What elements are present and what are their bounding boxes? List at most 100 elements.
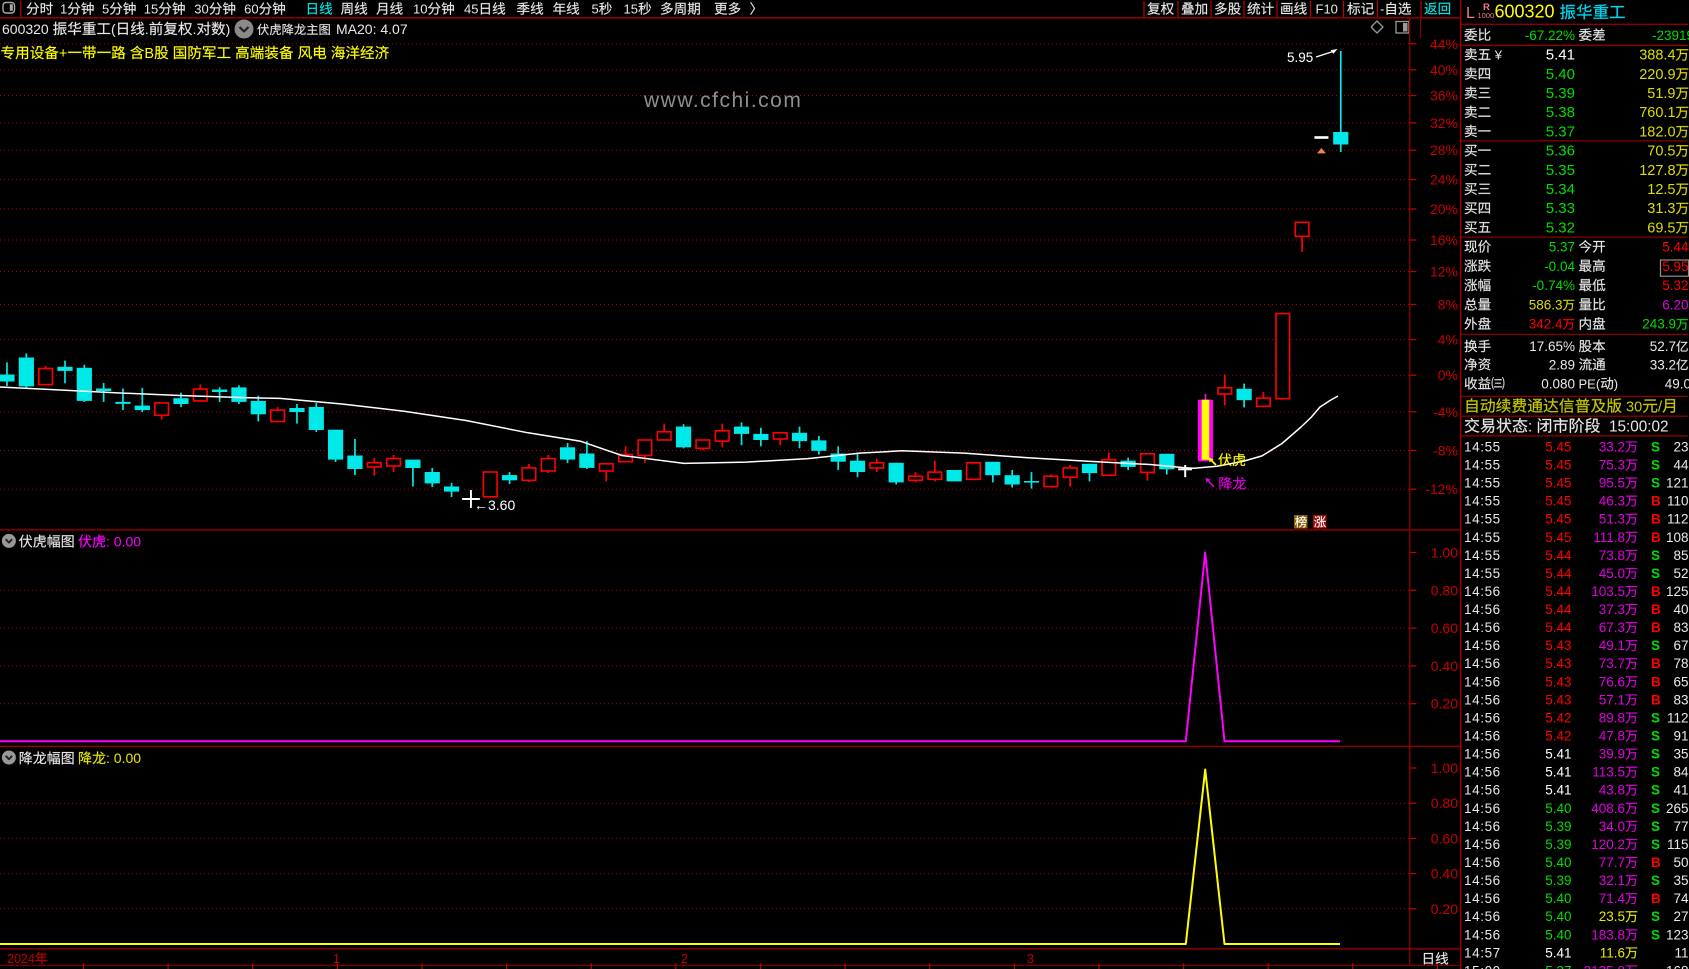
svg-text:33.2: 33.2	[1650, 357, 1676, 372]
svg-text:5.39: 5.39	[1546, 85, 1575, 102]
svg-text:2024: 2024	[7, 952, 35, 966]
svg-text:103.5: 103.5	[1591, 584, 1625, 599]
svg-text:14:56: 14:56	[1464, 855, 1501, 870]
svg-text:8%: 8%	[1438, 297, 1458, 313]
svg-text:14:56: 14:56	[1464, 710, 1501, 725]
svg-text:23.5: 23.5	[1599, 909, 1625, 924]
svg-text:B: B	[1651, 674, 1661, 689]
svg-text:112: 112	[1667, 512, 1689, 527]
svg-text:5.45: 5.45	[1545, 476, 1571, 491]
svg-text:5.95: 5.95	[1662, 259, 1688, 274]
svg-text:S: S	[1651, 729, 1660, 744]
svg-text:108: 108	[1666, 530, 1689, 545]
svg-text:121: 121	[1666, 476, 1689, 491]
svg-text:B: B	[1651, 692, 1661, 707]
svg-text:33.2: 33.2	[1599, 439, 1625, 454]
svg-text:14:56: 14:56	[1464, 620, 1501, 635]
svg-text:14:55: 14:55	[1464, 548, 1501, 563]
svg-text:31.3: 31.3	[1647, 201, 1675, 217]
svg-text:5.44: 5.44	[1662, 240, 1689, 255]
svg-text:15: 15	[624, 2, 638, 17]
svg-text:-8%: -8%	[1433, 443, 1458, 459]
svg-text:24%: 24%	[1430, 172, 1458, 188]
svg-text:1: 1	[60, 2, 67, 17]
svg-text:S: S	[1651, 765, 1660, 780]
svg-text:5.95: 5.95	[1287, 50, 1313, 65]
svg-text:57.1: 57.1	[1599, 692, 1625, 707]
svg-text:-12%: -12%	[1425, 481, 1458, 497]
svg-text:67: 67	[1673, 638, 1688, 653]
svg-text:35: 35	[1673, 873, 1688, 888]
svg-text:0.80: 0.80	[1431, 582, 1458, 598]
svg-text:S: S	[1651, 783, 1660, 798]
svg-text:5.41: 5.41	[1546, 47, 1575, 64]
svg-text:¥: ¥	[1494, 47, 1503, 62]
svg-text:89.8: 89.8	[1599, 710, 1625, 725]
svg-text:40: 40	[1673, 602, 1688, 617]
svg-text:243.9: 243.9	[1642, 317, 1676, 332]
svg-text:14:55: 14:55	[1464, 439, 1501, 454]
svg-text:S: S	[1651, 548, 1660, 563]
svg-text:5.43: 5.43	[1545, 692, 1571, 707]
svg-text:5.39: 5.39	[1545, 873, 1571, 888]
svg-text:14:56: 14:56	[1464, 801, 1501, 816]
svg-text:5.41: 5.41	[1545, 747, 1571, 762]
svg-text:44: 44	[1673, 457, 1689, 472]
svg-text:14:56: 14:56	[1464, 819, 1501, 834]
svg-text:95.5: 95.5	[1599, 476, 1625, 491]
svg-text:265: 265	[1666, 801, 1689, 816]
svg-text:5: 5	[592, 2, 599, 17]
svg-text:45: 45	[464, 2, 478, 17]
svg-text:5.33: 5.33	[1546, 200, 1575, 217]
svg-text:F10: F10	[1316, 2, 1338, 17]
svg-text:20%: 20%	[1430, 201, 1458, 217]
svg-text:S: S	[1651, 801, 1660, 816]
svg-text:14:55: 14:55	[1464, 512, 1501, 527]
svg-text:183.8: 183.8	[1591, 927, 1625, 942]
svg-text:0.20: 0.20	[1431, 696, 1458, 712]
svg-text:S: S	[1651, 819, 1660, 834]
svg-text:342.4: 342.4	[1529, 317, 1563, 332]
svg-text:30: 30	[1626, 400, 1642, 416]
svg-text:14:56: 14:56	[1464, 729, 1501, 744]
svg-text:49.1: 49.1	[1599, 638, 1625, 653]
svg-text:112: 112	[1667, 710, 1689, 725]
svg-text:5.38: 5.38	[1546, 104, 1575, 121]
svg-text:←3.60: ←3.60	[474, 497, 515, 513]
svg-text:83: 83	[1673, 620, 1688, 635]
svg-text:78: 78	[1673, 656, 1688, 671]
svg-text:L: L	[1466, 5, 1475, 22]
svg-text:60: 60	[244, 2, 258, 17]
svg-text:4%: 4%	[1438, 332, 1458, 348]
svg-text:5.45: 5.45	[1545, 512, 1571, 527]
svg-text:16%: 16%	[1430, 232, 1458, 248]
svg-text:14:55: 14:55	[1464, 530, 1501, 545]
svg-text:65: 65	[1673, 674, 1688, 689]
svg-text:1: 1	[333, 952, 340, 966]
svg-text:600320: 600320	[2, 21, 49, 37]
svg-text:73.8: 73.8	[1599, 548, 1625, 563]
svg-text:5.40: 5.40	[1545, 891, 1571, 906]
svg-text:.: .	[145, 21, 149, 37]
svg-text:41: 41	[1673, 783, 1688, 798]
svg-text:S: S	[1651, 638, 1660, 653]
svg-text:0%: 0%	[1438, 367, 1458, 383]
svg-text:14:56: 14:56	[1464, 602, 1501, 617]
svg-text:15:00:02: 15:00:02	[1609, 419, 1669, 436]
svg-text:www.cfchi.com: www.cfchi.com	[643, 89, 802, 112]
svg-text:12.5: 12.5	[1647, 182, 1675, 198]
svg-text:0.20: 0.20	[1431, 901, 1458, 917]
svg-text:115: 115	[1667, 837, 1689, 852]
svg-text:123: 123	[1666, 927, 1689, 942]
svg-text:75.3: 75.3	[1599, 457, 1625, 472]
svg-text:S: S	[1651, 927, 1660, 942]
svg-text:5.39: 5.39	[1545, 819, 1571, 834]
svg-text:5.43: 5.43	[1545, 674, 1571, 689]
svg-text:52: 52	[1673, 566, 1688, 581]
svg-text:14:55: 14:55	[1464, 494, 1501, 509]
svg-text:2135.8: 2135.8	[1584, 963, 1625, 969]
svg-text:77.7: 77.7	[1599, 855, 1625, 870]
svg-text:110: 110	[1667, 494, 1689, 509]
svg-text:5.45: 5.45	[1545, 530, 1571, 545]
svg-text:5.40: 5.40	[1545, 801, 1571, 816]
